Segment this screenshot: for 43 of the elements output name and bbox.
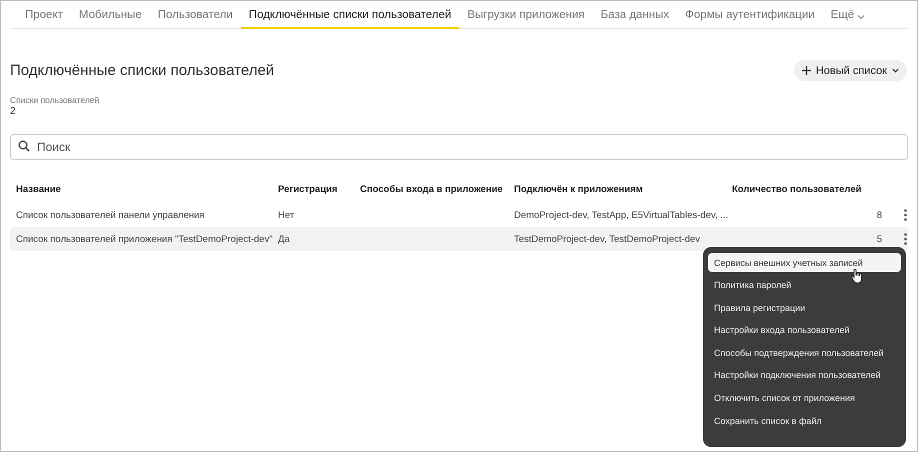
column-header: Регистрация	[278, 184, 338, 194]
search-field[interactable]: Поиск	[10, 134, 908, 160]
menu-item[interactable]: Правила регистрации	[708, 298, 901, 318]
chevron-down-icon	[857, 13, 866, 21]
tab[interactable]: Проект	[17, 1, 71, 29]
table-cell-text: Да	[278, 234, 291, 244]
menu-item[interactable]: Отключить список от приложения	[708, 388, 901, 408]
tab[interactable]: Выгрузки приложения	[459, 1, 593, 29]
search-icon	[18, 140, 30, 152]
table-cell-text: Список пользователей приложения "TestDemoProject-dev"	[16, 234, 274, 244]
column-header: Количество пользователей	[732, 184, 862, 194]
table-row[interactable]: Список пользователей приложения "TestDemoProject-dev" Да TestDemoProject-dev, TestDemoProject-dev 5	[10, 227, 908, 251]
plus-icon	[802, 66, 811, 75]
menu-item[interactable]: Политика паролей	[708, 276, 901, 295]
menu-item[interactable]: Сохранить список в файл	[708, 411, 901, 430]
table-cell-text: 5	[876, 234, 882, 244]
column-header: Подключён к приложениям	[514, 184, 644, 194]
tab[interactable]: База данных	[592, 1, 678, 29]
menu-item[interactable]: Настройки входа пользователей	[708, 320, 901, 340]
tab[interactable]: Пользователи	[150, 1, 241, 29]
hand-cursor-icon	[851, 269, 863, 284]
more-vertical-icon	[904, 233, 906, 245]
table-cell-text: Нет	[278, 210, 296, 220]
tab[interactable]: Подключённые списки пользователей	[240, 1, 460, 29]
column-header: Способы входа в приложение	[360, 184, 504, 194]
table-cell-text: TestDemoProject-dev, TestDemoProject-dev	[514, 234, 702, 244]
table-cell-text: 8	[876, 210, 882, 220]
tab[interactable]: Ещё	[822, 1, 874, 29]
summary-label: Списки пользователей	[10, 95, 100, 105]
table-row[interactable]: Список пользователей панели управления Нет DemoProject-dev, TestApp, E5VirtualTables-dev, ... 8	[10, 203, 908, 227]
chevron-down-icon	[892, 67, 899, 74]
column-header: Название	[16, 184, 62, 194]
summary-value: 2	[10, 106, 17, 117]
new-list-button[interactable]: Новый список	[794, 60, 907, 81]
table-cell-text: Список пользователей панели управления	[16, 210, 206, 220]
table-cell-text: DemoProject-dev, TestApp, E5VirtualTables-dev, ...	[514, 210, 730, 220]
more-vertical-icon	[904, 209, 906, 221]
page-title: Подключённые списки пользователей	[10, 62, 274, 79]
tab[interactable]: Формы аутентификации	[677, 1, 823, 29]
menu-item[interactable]: Способы подтверждения пользователей	[708, 343, 901, 362]
menu-item[interactable]: Настройки подключения пользователей	[708, 366, 901, 385]
menu-item[interactable]: Сервисы внешних учетных записей	[708, 253, 901, 272]
tab[interactable]: Мобильные	[70, 1, 150, 29]
